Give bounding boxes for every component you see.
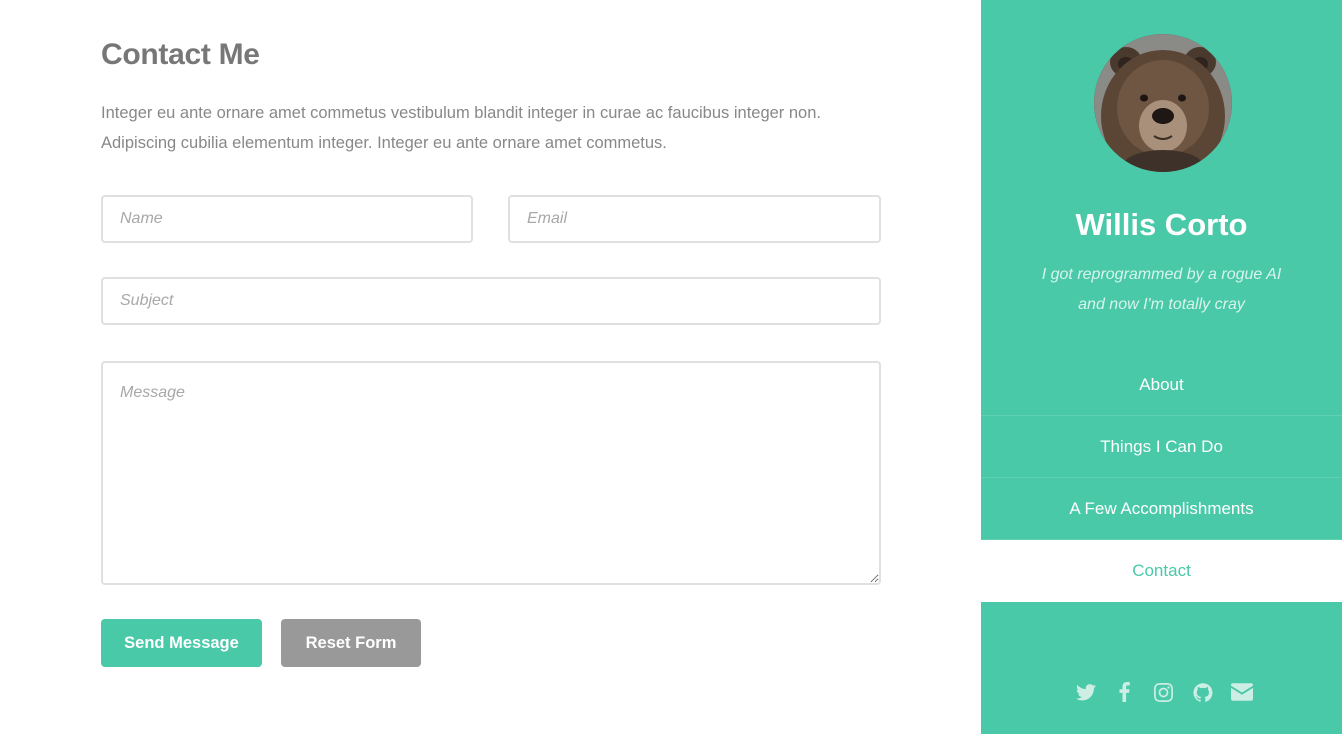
name-input[interactable] xyxy=(101,195,473,243)
page: Contact Me Integer eu ante ornare amet c… xyxy=(0,0,1342,734)
bear-avatar-image xyxy=(1094,34,1232,172)
page-title: Contact Me xyxy=(101,38,260,71)
nav-item-contact[interactable]: Contact xyxy=(981,540,1342,602)
subject-input[interactable] xyxy=(101,277,881,325)
twitter-icon[interactable] xyxy=(1075,678,1097,706)
tagline-line-2: and now I'm totally cray xyxy=(1078,296,1245,313)
avatar xyxy=(1094,34,1232,172)
envelope-icon[interactable] xyxy=(1230,678,1253,706)
reset-form-button[interactable]: Reset Form xyxy=(281,619,421,667)
instagram-icon[interactable] xyxy=(1153,678,1175,706)
social-links xyxy=(981,678,1342,706)
email-input[interactable] xyxy=(508,195,881,243)
profile-tagline: I got reprogrammed by a rogue AI and now… xyxy=(981,260,1342,320)
main-content: Contact Me Integer eu ante ornare amet c… xyxy=(0,0,981,734)
sidebar: Willis Corto I got reprogrammed by a rog… xyxy=(981,0,1342,734)
send-message-button[interactable]: Send Message xyxy=(101,619,262,667)
profile-name: Willis Corto xyxy=(1075,207,1248,242)
nav-item-accomplishments[interactable]: A Few Accomplishments xyxy=(981,478,1342,540)
tagline-line-1: I got reprogrammed by a rogue AI xyxy=(1041,266,1282,283)
facebook-icon[interactable] xyxy=(1114,678,1136,706)
message-textarea[interactable] xyxy=(101,361,881,585)
nav-item-about[interactable]: About xyxy=(981,354,1342,416)
nav-item-things-i-can-do[interactable]: Things I Can Do xyxy=(981,416,1342,478)
intro-text: Integer eu ante ornare amet commetus ves… xyxy=(101,104,821,152)
github-icon[interactable] xyxy=(1192,678,1214,706)
sidebar-nav: About Things I Can Do A Few Accomplishme… xyxy=(981,354,1342,602)
